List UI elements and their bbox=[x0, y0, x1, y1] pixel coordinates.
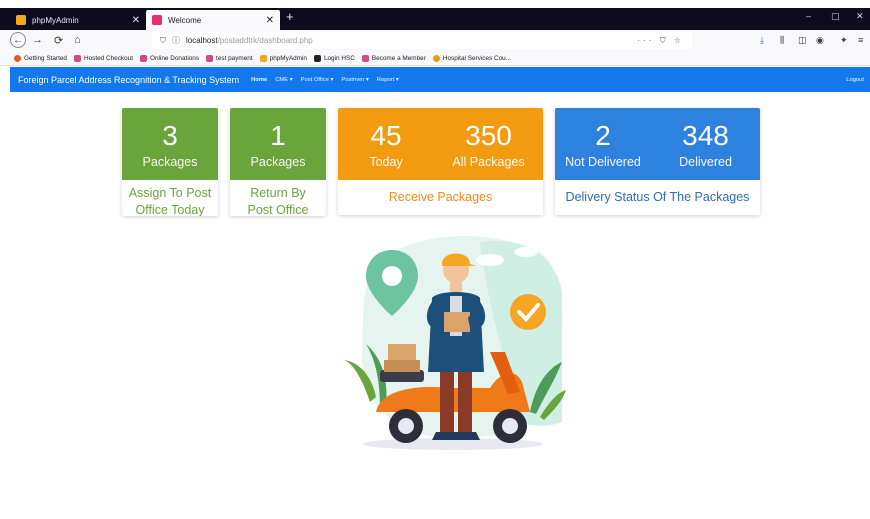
shield-icon: ⛉ bbox=[160, 35, 166, 45]
stat: 3 Packages bbox=[122, 108, 218, 180]
stat-number: 350 bbox=[465, 120, 512, 151]
extension-icon[interactable]: ✦ bbox=[840, 35, 848, 46]
delivery-card[interactable]: 2 Not Delivered 348 Delivered Delivery S… bbox=[555, 108, 760, 215]
forward-button[interactable]: → bbox=[32, 34, 43, 46]
library-icon[interactable]: ⫼ bbox=[780, 35, 784, 46]
welcome-icon bbox=[152, 15, 162, 25]
minimize-button[interactable]: – bbox=[806, 11, 811, 21]
nav-postmen[interactable]: Postmen ▾ bbox=[341, 77, 368, 83]
return-card[interactable]: 1 Packages Return By Post Office bbox=[230, 108, 326, 216]
close-window-button[interactable]: ✕ bbox=[856, 11, 864, 22]
bookmarks-bar: Getting Started Hosted Checkout Online D… bbox=[0, 51, 870, 66]
card-header: 45 Today 350 All Packages bbox=[338, 108, 543, 180]
bookmark-icon bbox=[73, 54, 81, 62]
url-host: localhost bbox=[186, 36, 218, 45]
bookmark-item[interactable]: Getting Started bbox=[14, 54, 67, 62]
stat-delivered: 348 Delivered bbox=[651, 108, 760, 180]
card-caption: Delivery Status Of The Packages bbox=[565, 190, 750, 204]
bookmark-icon bbox=[206, 54, 214, 62]
brand-title[interactable]: Foreign Parcel Address Recognition & Tra… bbox=[18, 75, 239, 85]
tab-phpmyadmin[interactable]: phpMyAdmin ✕ bbox=[10, 10, 146, 30]
card-caption: Return By Post Office bbox=[247, 186, 309, 216]
assign-card[interactable]: 3 Packages Assign To Post Office Today bbox=[122, 108, 218, 216]
logout-link[interactable]: Logout bbox=[846, 77, 864, 83]
bookmark-icon bbox=[313, 54, 321, 62]
home-button[interactable]: ⌂ bbox=[74, 34, 81, 46]
tab-welcome[interactable]: Welcome ✕ bbox=[146, 10, 280, 30]
card-header: 2 Not Delivered 348 Delivered bbox=[555, 108, 760, 180]
stat-label: Not Delivered bbox=[565, 155, 641, 169]
card-caption: Receive Packages bbox=[388, 190, 493, 204]
bookmark-item[interactable]: Become a Member bbox=[361, 54, 426, 62]
nav-cme[interactable]: CME ▾ bbox=[275, 77, 292, 83]
arrow-left-icon: ← bbox=[13, 34, 23, 46]
account-icon[interactable]: ◉ bbox=[816, 35, 824, 46]
nav-post-office[interactable]: Post Office ▾ bbox=[301, 77, 334, 83]
receive-card[interactable]: 45 Today 350 All Packages Receive Packag… bbox=[338, 108, 543, 215]
phpmyadmin-icon bbox=[16, 15, 26, 25]
stat-number: 348 bbox=[682, 120, 729, 151]
stat-label: Delivered bbox=[679, 155, 732, 169]
tab-label: Welcome bbox=[168, 15, 202, 25]
bookmark-icon bbox=[140, 54, 148, 62]
menu-icon[interactable]: ≡ bbox=[858, 35, 863, 45]
nav-home[interactable]: Home bbox=[251, 77, 267, 83]
stat-label: All Packages bbox=[452, 155, 525, 169]
new-tab-button[interactable]: + bbox=[286, 9, 294, 24]
stat-label: Today bbox=[369, 155, 403, 169]
page-actions[interactable]: ··· ⛉ ☆ bbox=[637, 36, 684, 46]
stat-label: Packages bbox=[250, 155, 306, 169]
bookmark-item[interactable]: Hosted Checkout bbox=[73, 54, 133, 62]
sidebar-icon[interactable]: ◫ bbox=[798, 35, 807, 46]
browser-window: phpMyAdmin ✕ Welcome ✕ + – ▢ ✕ ← → ⟳ ⌂ ⛉… bbox=[0, 0, 870, 519]
nav-report[interactable]: Report ▾ bbox=[377, 77, 399, 83]
check-icon bbox=[510, 294, 546, 330]
stat-label: Packages bbox=[142, 155, 198, 169]
bookmark-item[interactable]: Hospital Services Cou... bbox=[432, 54, 511, 62]
card-caption: Assign To Post Office Today bbox=[128, 186, 212, 216]
delivery-illustration bbox=[344, 235, 566, 450]
stat-not-delivered: 2 Not Delivered bbox=[555, 108, 651, 180]
address-bar[interactable]: ⛉ ⓘ localhost /postaddtrk/dashboard.php … bbox=[152, 32, 692, 49]
app-navbar: Foreign Parcel Address Recognition & Tra… bbox=[10, 67, 870, 92]
dashboard-content: 3 Packages Assign To Post Office Today 1… bbox=[10, 92, 870, 519]
card-header: 1 Packages bbox=[230, 108, 326, 180]
stat-number: 1 bbox=[270, 120, 286, 151]
stat-number: 3 bbox=[162, 120, 178, 151]
bookmark-item[interactable]: test payment bbox=[206, 54, 253, 62]
bookmark-icon bbox=[361, 54, 369, 62]
bookmark-icon bbox=[432, 54, 440, 62]
stat-number: 45 bbox=[370, 120, 402, 151]
stat: 1 Packages bbox=[230, 108, 326, 180]
bookmark-item[interactable]: phpMyAdmin bbox=[259, 54, 307, 62]
close-icon[interactable]: ✕ bbox=[132, 15, 140, 26]
bookmark-icon bbox=[259, 54, 267, 62]
stat-number: 2 bbox=[595, 120, 611, 151]
bookmark-icon bbox=[14, 54, 21, 62]
tab-label: phpMyAdmin bbox=[32, 15, 79, 25]
maximize-button[interactable]: ▢ bbox=[831, 11, 840, 22]
nav-toolbar: ← → ⟳ ⌂ ⛉ ⓘ localhost /postaddtrk/dashbo… bbox=[0, 30, 870, 51]
close-icon[interactable]: ✕ bbox=[266, 15, 274, 26]
card-header: 3 Packages bbox=[122, 108, 218, 180]
stat-all: 350 All Packages bbox=[434, 108, 543, 180]
tab-strip: phpMyAdmin ✕ Welcome ✕ + – ▢ ✕ bbox=[0, 8, 870, 30]
stat-today: 45 Today bbox=[338, 108, 434, 180]
bookmark-item[interactable]: Online Donations bbox=[140, 54, 199, 62]
bookmark-item[interactable]: Login HSC bbox=[313, 54, 355, 62]
back-button[interactable]: ← bbox=[10, 32, 26, 48]
url-path: /postaddtrk/dashboard.php bbox=[217, 36, 313, 45]
download-icon[interactable]: ⤓ bbox=[760, 35, 764, 46]
info-icon: ⓘ bbox=[172, 36, 180, 45]
reload-button[interactable]: ⟳ bbox=[54, 34, 63, 47]
